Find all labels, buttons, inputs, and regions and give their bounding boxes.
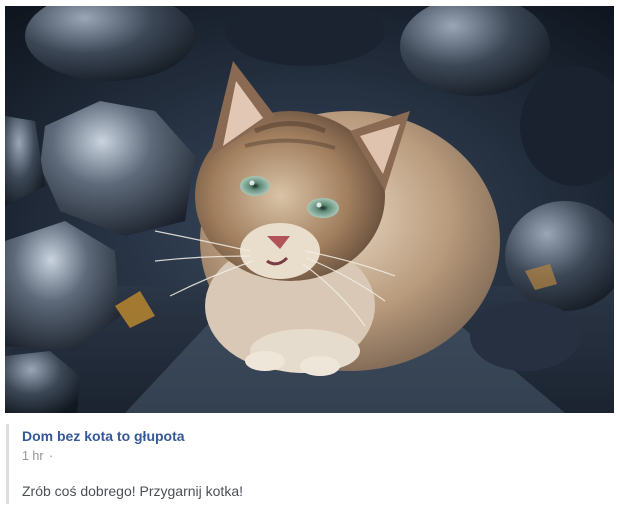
kitten-photo-illustration bbox=[5, 6, 614, 413]
facebook-post: Dom bez kota to głupota 1 hr · Zrób coś … bbox=[0, 0, 620, 505]
page-name-link[interactable]: Dom bez kota to głupota bbox=[22, 428, 185, 444]
post-photo[interactable] bbox=[5, 6, 614, 413]
timestamp-separator: · bbox=[49, 449, 54, 463]
post-meta: Dom bez kota to głupota 1 hr · Zrób coś … bbox=[5, 420, 614, 505]
quote-bar bbox=[6, 424, 9, 504]
post-timestamp-row: 1 hr · bbox=[22, 449, 53, 463]
post-timestamp[interactable]: 1 hr bbox=[22, 449, 44, 463]
post-text: Zrób coś dobrego! Przygarnij kotka! bbox=[22, 483, 243, 499]
